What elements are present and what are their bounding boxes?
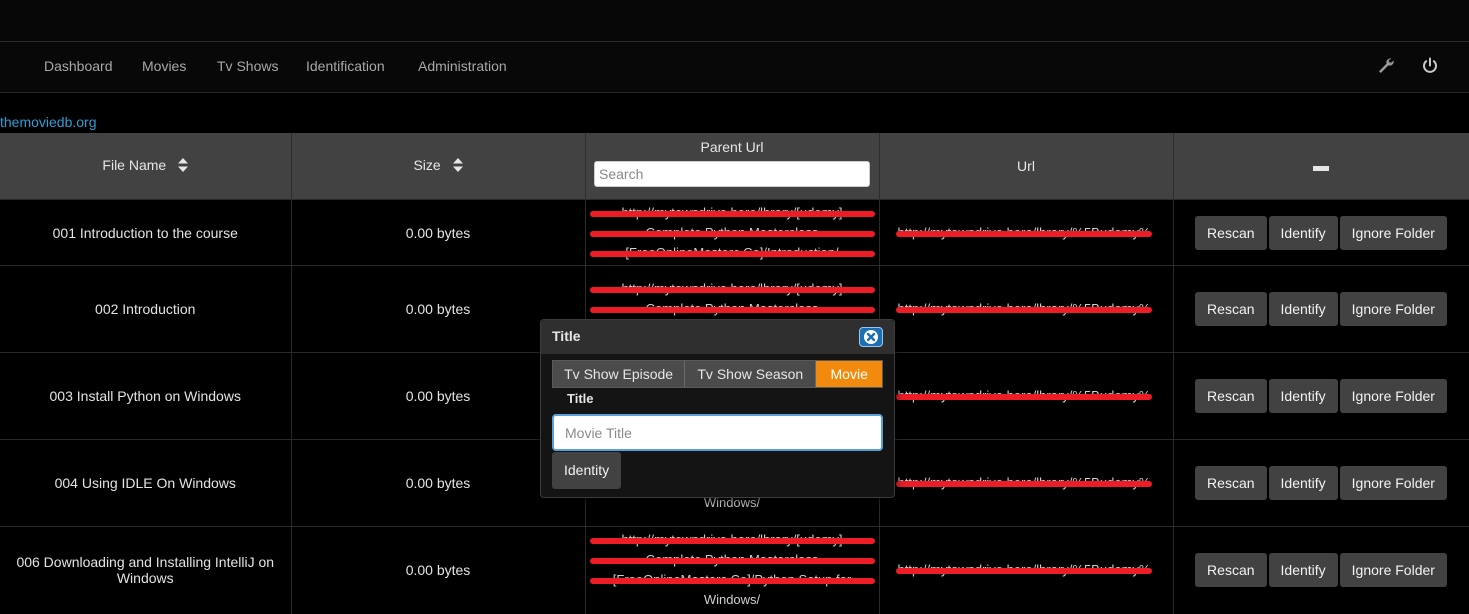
header-parent-url: Parent Url [585, 133, 880, 200]
parent-url-cell: http://mytowndrive.here/lbrary/[udemy]Co… [585, 199, 880, 266]
ignore-folder-button[interactable]: Ignore Folder [1339, 466, 1447, 500]
actions-cell: Rescan Identify Ignore Folder [1173, 439, 1469, 527]
rescan-button[interactable]: Rescan [1195, 292, 1267, 326]
sort-icon[interactable] [178, 157, 189, 175]
url-text[interactable]: http://mytowndrive.here/lbrary/%5Budemy% [895, 560, 1153, 580]
url-text[interactable]: http://mytowndrive.here/lbrary/%5Budemy% [895, 386, 1153, 406]
parent-url-line: Complete Python Masterclass [589, 550, 875, 570]
ignore-folder-button[interactable]: Ignore Folder [1339, 215, 1447, 250]
rescan-button[interactable]: Rescan [1195, 466, 1267, 500]
actions-cell: Rescan Identify Ignore Folder [1173, 265, 1469, 353]
tab-tv-show-episode[interactable]: Tv Show Episode [553, 361, 686, 387]
redaction-mark [589, 538, 875, 545]
parent-url-line: [FreeOnlineMasterc.Co]/Introduction/ [589, 243, 875, 263]
actions-cell: Rescan Identify Ignore Folder [1173, 352, 1469, 440]
parent-url-line: [FreeOnlineMasterc.Co]/Python Setup for [589, 570, 875, 590]
header-actions [1173, 133, 1469, 200]
media-type-tabs: Tv Show Episode Tv Show Season Movie [552, 360, 883, 388]
url-text[interactable]: http://mytowndrive.here/lbrary/%5Budemy% [895, 223, 1153, 243]
url-cell: http://mytowndrive.here/lbrary/%5Budemy% [879, 265, 1174, 353]
header-size-label: Size [413, 157, 441, 174]
tab-tv-show-season[interactable]: Tv Show Season [685, 361, 817, 387]
navbar: Dashboard Movies Tv Shows Identification… [0, 42, 1469, 93]
movie-title-input[interactable] [552, 414, 883, 451]
identify-modal: Title Tv Show Episode Tv Show Season Mov… [540, 319, 895, 498]
redaction-mark [895, 568, 1153, 575]
top-strip [0, 0, 1469, 42]
rescan-button[interactable]: Rescan [1195, 215, 1267, 250]
parent-url-search-input[interactable] [594, 161, 870, 187]
size-cell: 0.00 bytes [291, 526, 586, 614]
identify-button[interactable]: Identify [1268, 553, 1338, 588]
nav-movies[interactable]: Movies [142, 42, 186, 92]
table-row: 001 Introduction to the course 0.00 bytes… [0, 199, 1469, 266]
parent-url-line: Windows/ [703, 592, 761, 608]
redaction-mark [895, 230, 1153, 237]
parent-url-line: Complete Python Masterclass [589, 223, 875, 243]
redaction-mark [895, 307, 1153, 313]
power-icon[interactable] [1420, 56, 1440, 76]
file-name-cell: 006 Downloading and Installing IntelliJ … [0, 526, 292, 614]
parent-url-cell: http://mytowndrive.here/lbrary/[udemy]Co… [585, 526, 880, 614]
modal-title: Title [552, 328, 581, 344]
redaction-mark [589, 230, 875, 237]
tab-movie[interactable]: Movie [816, 361, 882, 387]
ignore-folder-button[interactable]: Ignore Folder [1339, 379, 1447, 413]
url-cell: http://mytowndrive.here/lbrary/%5Budemy% [879, 439, 1174, 527]
redaction-mark [895, 481, 1153, 487]
redaction-mark [589, 287, 875, 293]
redaction-mark [589, 250, 875, 257]
header-size[interactable]: Size [291, 133, 586, 200]
modal-header: Title [541, 320, 894, 354]
themoviedb-link[interactable]: themoviedb.org [0, 114, 97, 130]
url-text[interactable]: http://mytowndrive.here/lbrary/%5Budemy% [895, 299, 1153, 319]
nav-dashboard[interactable]: Dashboard [44, 42, 113, 92]
sort-icon[interactable] [452, 157, 463, 175]
url-cell: http://mytowndrive.here/lbrary/%5Budemy% [879, 526, 1174, 614]
identify-button[interactable]: Identify [1268, 215, 1338, 250]
file-name-cell: 004 Using IDLE On Windows [0, 439, 292, 527]
parent-url-line: Complete Python Masterclass [589, 299, 875, 319]
url-cell: http://mytowndrive.here/lbrary/%5Budemy% [879, 352, 1174, 440]
actions-cell: Rescan Identify Ignore Folder [1173, 199, 1469, 266]
wrench-icon[interactable] [1376, 56, 1396, 76]
identify-button[interactable]: Identify [1268, 466, 1338, 500]
rescan-button[interactable]: Rescan [1195, 553, 1267, 588]
file-name-cell: 003 Install Python on Windows [0, 352, 292, 440]
header-url: Url [879, 133, 1174, 200]
file-name-cell: 001 Introduction to the course [0, 199, 292, 266]
header-file-name-label: File Name [102, 157, 167, 174]
identify-button[interactable]: Identify [1268, 292, 1338, 326]
redaction-mark [895, 394, 1153, 400]
close-icon[interactable] [859, 327, 883, 347]
identify-button[interactable]: Identify [1268, 379, 1338, 413]
table-header-row: File Name Size Parent Url Url [0, 133, 1469, 200]
header-parent-url-label: Parent Url [700, 139, 764, 155]
redaction-mark [589, 558, 875, 565]
title-field-label: Title [567, 391, 594, 406]
redaction-mark [589, 307, 875, 313]
identity-button[interactable]: Identity [552, 452, 622, 489]
collapse-icon[interactable] [1313, 166, 1329, 171]
redaction-mark [589, 210, 875, 217]
ignore-folder-button[interactable]: Ignore Folder [1339, 553, 1447, 588]
rescan-button[interactable]: Rescan [1195, 379, 1267, 413]
nav-administration[interactable]: Administration [418, 42, 507, 92]
nav-identification[interactable]: Identification [306, 42, 385, 92]
url-cell: http://mytowndrive.here/lbrary/%5Budemy% [879, 199, 1174, 266]
parent-url-line: http://mytowndrive.here/lbrary/[udemy] [589, 203, 875, 223]
nav-tv-shows[interactable]: Tv Shows [217, 42, 278, 92]
redaction-mark [589, 578, 875, 585]
parent-url-line: http://mytowndrive.here/lbrary/[udemy] [589, 279, 875, 299]
url-text[interactable]: http://mytowndrive.here/lbrary/%5Budemy% [895, 473, 1153, 493]
parent-url-line: http://mytowndrive.here/lbrary/[udemy] [589, 530, 875, 550]
table-row: 006 Downloading and Installing IntelliJ … [0, 526, 1469, 614]
file-name-cell: 002 Introduction [0, 265, 292, 353]
size-cell: 0.00 bytes [291, 199, 586, 266]
actions-cell: Rescan Identify Ignore Folder [1173, 526, 1469, 614]
ignore-folder-button[interactable]: Ignore Folder [1339, 292, 1447, 326]
header-file-name[interactable]: File Name [0, 133, 292, 200]
